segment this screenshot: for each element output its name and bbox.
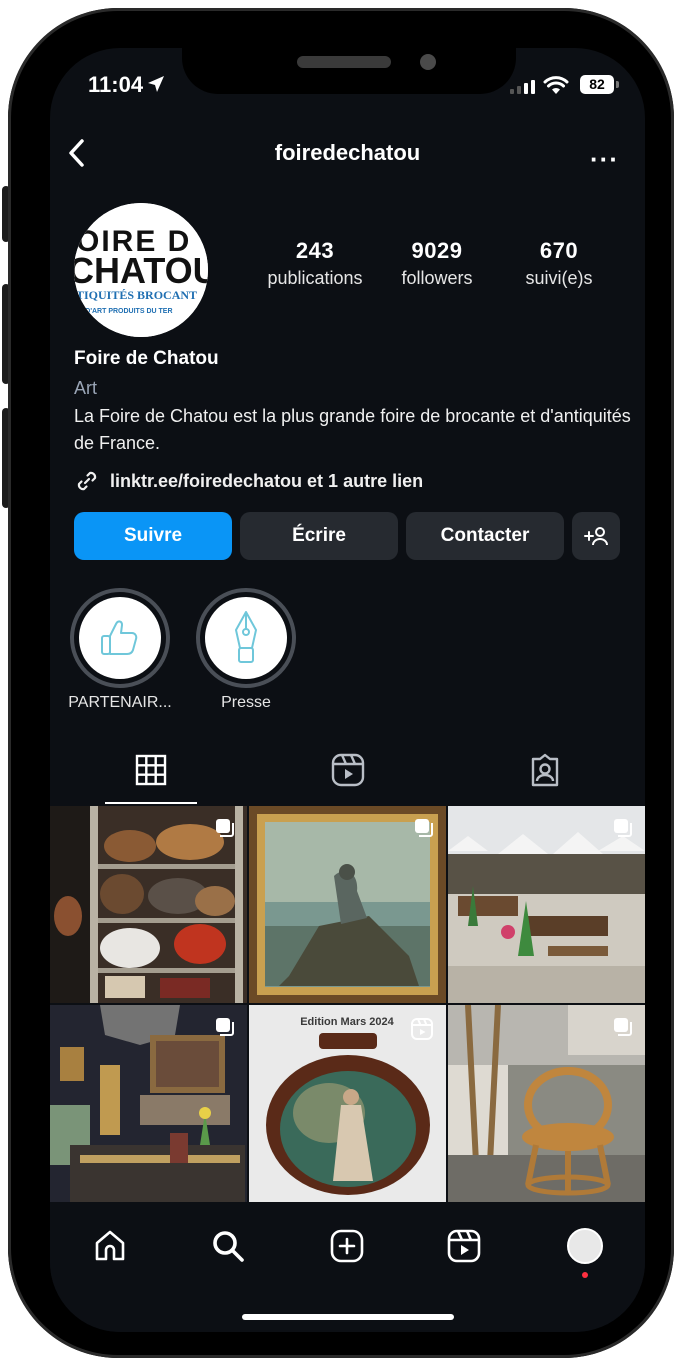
highlight-cover xyxy=(79,597,161,679)
post-thumbnail[interactable] xyxy=(50,806,247,1003)
highlight-presse[interactable]: Presse xyxy=(196,588,296,711)
thumbs-up-icon xyxy=(101,620,138,655)
post-thumbnail[interactable] xyxy=(249,806,446,1003)
stat-publications-value: 243 xyxy=(295,238,335,263)
nav-create[interactable] xyxy=(327,1226,367,1266)
location-arrow-icon xyxy=(148,76,164,92)
home-indicator[interactable] xyxy=(242,1314,454,1320)
side-button-mute xyxy=(2,186,10,242)
profile-display-name: Foire de Chatou xyxy=(74,348,219,369)
battery-tip xyxy=(616,81,619,88)
speaker-grille xyxy=(297,56,391,68)
stat-publications[interactable]: 243 publications xyxy=(250,238,380,289)
avatar-logo: OIRE D CHATOU TIQUITÉS BROCANT ES D'ART … xyxy=(74,203,208,337)
stat-followers[interactable]: 9029 followers xyxy=(372,238,502,289)
nav-profile[interactable] xyxy=(565,1226,605,1266)
post-thumbnail[interactable] xyxy=(448,1005,645,1202)
post-thumbnail[interactable]: Edition Mars 2024 xyxy=(249,1005,446,1202)
wifi-icon xyxy=(543,76,569,94)
reel-icon xyxy=(411,1018,433,1040)
home-icon xyxy=(95,1230,125,1261)
stat-followers-label: followers xyxy=(401,268,473,288)
carousel-icon xyxy=(614,819,632,837)
battery-indicator: 82 xyxy=(580,75,614,94)
suggest-people-button[interactable] xyxy=(572,512,620,560)
reels-icon xyxy=(331,753,365,787)
profile-bio: La Foire de Chatou est la plus grande fo… xyxy=(74,406,631,453)
tab-posts-grid[interactable] xyxy=(131,750,171,790)
avatar-logo-line4: ES D'ART PRODUITS DU TER xyxy=(74,308,173,315)
post-thumbnail[interactable] xyxy=(448,806,645,1003)
highlight-ring xyxy=(196,588,296,688)
tab-reels[interactable] xyxy=(328,750,368,790)
notch xyxy=(182,48,516,94)
notification-dot xyxy=(582,1272,588,1278)
link-icon xyxy=(77,471,97,491)
plus-square-icon xyxy=(330,1229,364,1263)
highlight-label: Presse xyxy=(221,694,271,711)
stat-following-label: suivi(e)s xyxy=(525,268,593,288)
search-icon xyxy=(213,1231,244,1262)
nav-search[interactable] xyxy=(208,1226,248,1266)
front-camera xyxy=(420,54,436,70)
nav-reels[interactable] xyxy=(444,1226,484,1266)
profile-link[interactable]: linktr.ee/foiredechatou et 1 autre lien xyxy=(74,468,423,494)
fountain-pen-icon xyxy=(235,611,257,663)
profile-avatar[interactable]: OIRE D CHATOU TIQUITÉS BROCANT ES D'ART … xyxy=(74,203,208,337)
highlight-cover xyxy=(205,597,287,679)
active-tab-indicator xyxy=(105,802,197,804)
screen: 11:04 82 foiredechatou ··· OIRE D CHATOU… xyxy=(50,48,645,1332)
highlight-ring xyxy=(70,588,170,688)
avatar-logo-line3: TIQUITÉS BROCANT xyxy=(76,288,197,302)
carousel-icon xyxy=(415,819,433,837)
tagged-icon xyxy=(531,753,559,787)
grid-icon xyxy=(135,754,167,786)
stat-following-value: 670 xyxy=(539,238,579,263)
carousel-icon xyxy=(216,819,234,837)
carousel-icon xyxy=(614,1018,632,1036)
carousel-icon xyxy=(216,1018,234,1036)
stat-publications-label: publications xyxy=(267,268,363,288)
more-options-icon[interactable]: ··· xyxy=(590,144,619,175)
contact-button[interactable]: Contacter xyxy=(406,512,564,560)
highlight-label: PARTENAIR... xyxy=(68,694,172,711)
avatar-logo-line2: CHATOU xyxy=(74,250,208,291)
side-button-volume-down xyxy=(2,408,10,508)
tab-tagged[interactable] xyxy=(525,750,565,790)
status-time: 11:04 xyxy=(88,72,144,97)
add-person-icon xyxy=(584,527,608,546)
stat-followers-value: 9029 xyxy=(411,238,463,263)
follow-button[interactable]: Suivre xyxy=(74,512,232,560)
stat-following[interactable]: 670 suivi(e)s xyxy=(494,238,624,289)
post-thumbnail[interactable] xyxy=(50,1005,247,1202)
profile-link-text: linktr.ee/foiredechatou et 1 autre lien xyxy=(110,470,424,491)
side-button-volume-up xyxy=(2,284,10,384)
profile-avatar-small xyxy=(567,1228,603,1264)
highlight-partenaires[interactable]: PARTENAIR... xyxy=(68,588,172,711)
message-button[interactable]: Écrire xyxy=(240,512,398,560)
profile-category: Art xyxy=(74,378,98,398)
posts-grid: Edition Mars 2024 xyxy=(50,806,645,1206)
cellular-signal-icon xyxy=(510,78,535,94)
post-caption-text: Edition Mars 2024 xyxy=(300,1016,394,1028)
nav-home[interactable] xyxy=(90,1226,130,1266)
reels-icon xyxy=(447,1229,481,1263)
profile-username-title: foiredechatou xyxy=(274,140,421,165)
